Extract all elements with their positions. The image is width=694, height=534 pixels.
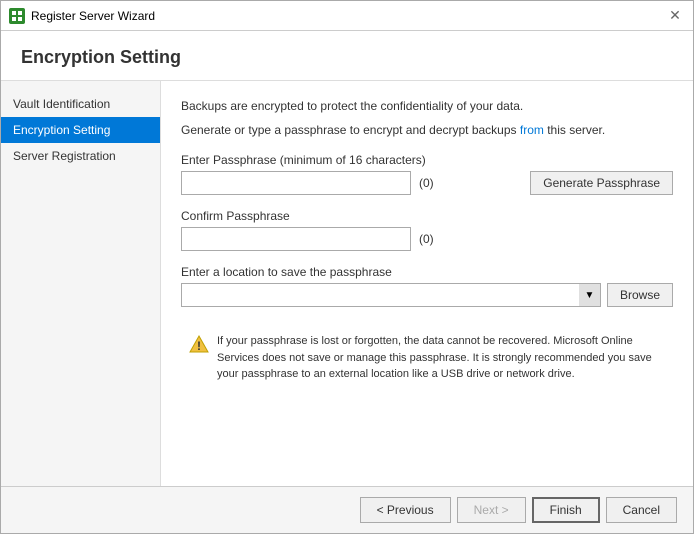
confirm-passphrase-count: (0) xyxy=(419,232,434,246)
dialog-footer: < Previous Next > Finish Cancel xyxy=(1,486,693,533)
sidebar-item-server-registration[interactable]: Server Registration xyxy=(1,143,160,169)
passphrase-count: (0) xyxy=(419,176,434,190)
confirm-passphrase-row: (0) xyxy=(181,227,673,251)
finish-button[interactable]: Finish xyxy=(532,497,600,523)
app-icon xyxy=(9,8,25,24)
browse-button[interactable]: Browse xyxy=(607,283,673,307)
dialog-header: Encryption Setting xyxy=(1,31,693,81)
confirm-passphrase-label: Confirm Passphrase xyxy=(181,209,673,223)
register-server-wizard: Register Server Wizard ✕ Encryption Sett… xyxy=(0,0,694,534)
confirm-passphrase-input[interactable] xyxy=(181,227,411,251)
info-line2: Generate or type a passphrase to encrypt… xyxy=(181,121,673,139)
cancel-button[interactable]: Cancel xyxy=(606,497,677,523)
location-select[interactable] xyxy=(181,283,601,307)
warning-icon: ! xyxy=(189,334,209,354)
page-title: Encryption Setting xyxy=(21,47,673,68)
warning-box: ! If your passphrase is lost or forgotte… xyxy=(181,325,673,391)
passphrase-section: Enter Passphrase (minimum of 16 characte… xyxy=(181,153,673,195)
info-line1: Backups are encrypted to protect the con… xyxy=(181,97,673,115)
confirm-passphrase-section: Confirm Passphrase (0) xyxy=(181,209,673,251)
location-section: Enter a location to save the passphrase … xyxy=(181,265,673,307)
next-button[interactable]: Next > xyxy=(457,497,526,523)
passphrase-row: (0) Generate Passphrase xyxy=(181,171,673,195)
sidebar: Vault Identification Encryption Setting … xyxy=(1,81,161,486)
location-row: ▼ Browse xyxy=(181,283,673,307)
main-content: Backups are encrypted to protect the con… xyxy=(161,81,693,486)
sidebar-item-vault-identification[interactable]: Vault Identification xyxy=(1,91,160,117)
passphrase-label: Enter Passphrase (minimum of 16 characte… xyxy=(181,153,673,167)
svg-text:!: ! xyxy=(197,339,201,353)
location-label: Enter a location to save the passphrase xyxy=(181,265,673,279)
dialog-body: Vault Identification Encryption Setting … xyxy=(1,81,693,486)
sidebar-item-encryption-setting[interactable]: Encryption Setting xyxy=(1,117,160,143)
title-bar-text: Register Server Wizard xyxy=(31,9,155,23)
passphrase-input[interactable] xyxy=(181,171,411,195)
location-select-wrapper: ▼ xyxy=(181,283,601,307)
generate-passphrase-button[interactable]: Generate Passphrase xyxy=(530,171,673,195)
warning-text: If your passphrase is lost or forgotten,… xyxy=(217,333,665,383)
close-button[interactable]: ✕ xyxy=(665,6,685,26)
previous-button[interactable]: < Previous xyxy=(360,497,451,523)
title-bar: Register Server Wizard ✕ xyxy=(1,1,693,31)
title-bar-left: Register Server Wizard xyxy=(9,8,155,24)
